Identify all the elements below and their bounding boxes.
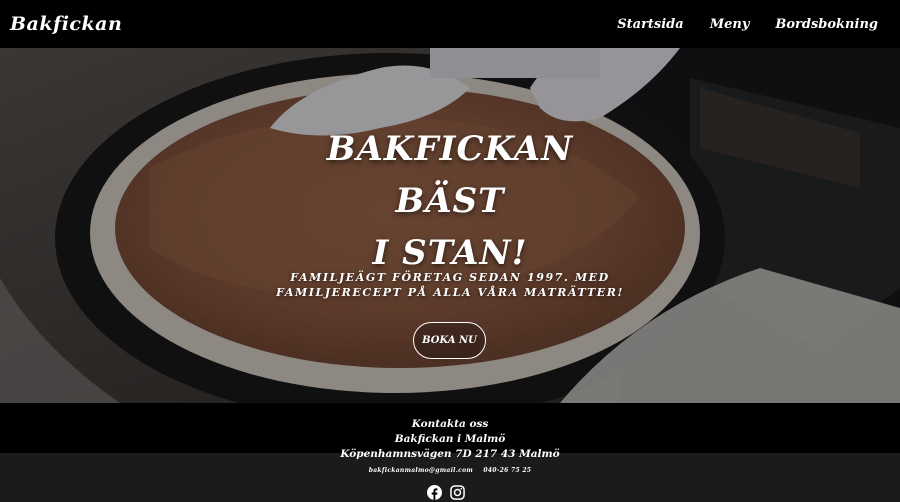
footer: Kontakta oss Bakfickan i Malmö Köpenhamn… bbox=[0, 403, 900, 502]
hero-tagline: FAMILJEÄGT FÖRETAG SEDAN 1997. MED FAMIL… bbox=[276, 271, 624, 299]
nav-link-bordsbokning[interactable]: Bordsbokning bbox=[775, 17, 878, 32]
footer-phone[interactable]: 040-26 75 25 bbox=[483, 467, 531, 474]
footer-email[interactable]: bakfickanmalmo@gmail.com bbox=[369, 467, 473, 474]
instagram-icon[interactable] bbox=[450, 485, 465, 500]
footer-restaurant-name: Bakfickan i Malmö bbox=[394, 433, 506, 445]
footer-contact-line: bakfickanmalmo@gmail.com 040-26 75 25 bbox=[0, 467, 900, 474]
hero-section: BAKFICKAN BÄST I STAN! FAMILJEÄGT FÖRETA… bbox=[0, 48, 900, 403]
hero-title: BAKFICKAN BÄST I STAN! bbox=[0, 123, 900, 279]
navbar: Bakfickan Startsida Meny Bordsbokning bbox=[0, 0, 900, 48]
footer-heading: Kontakta oss bbox=[411, 418, 489, 430]
facebook-icon[interactable] bbox=[427, 485, 442, 500]
nav-link-startsida[interactable]: Startsida bbox=[617, 17, 683, 32]
main-nav: Startsida Meny Bordsbokning bbox=[617, 17, 878, 32]
hero-title-line: BAKFICKAN bbox=[326, 129, 574, 169]
hero-content: BAKFICKAN BÄST I STAN! FAMILJEÄGT FÖRETA… bbox=[0, 48, 900, 403]
social-links bbox=[427, 485, 465, 500]
hero-title-line: BÄST bbox=[395, 181, 505, 221]
nav-link-meny[interactable]: Meny bbox=[710, 17, 750, 32]
book-now-button[interactable]: BOKA NU bbox=[413, 322, 486, 359]
footer-address: Köpenhamnsvägen 7D 217 43 Malmö bbox=[340, 448, 560, 460]
brand-logo[interactable]: Bakfickan bbox=[10, 13, 122, 35]
